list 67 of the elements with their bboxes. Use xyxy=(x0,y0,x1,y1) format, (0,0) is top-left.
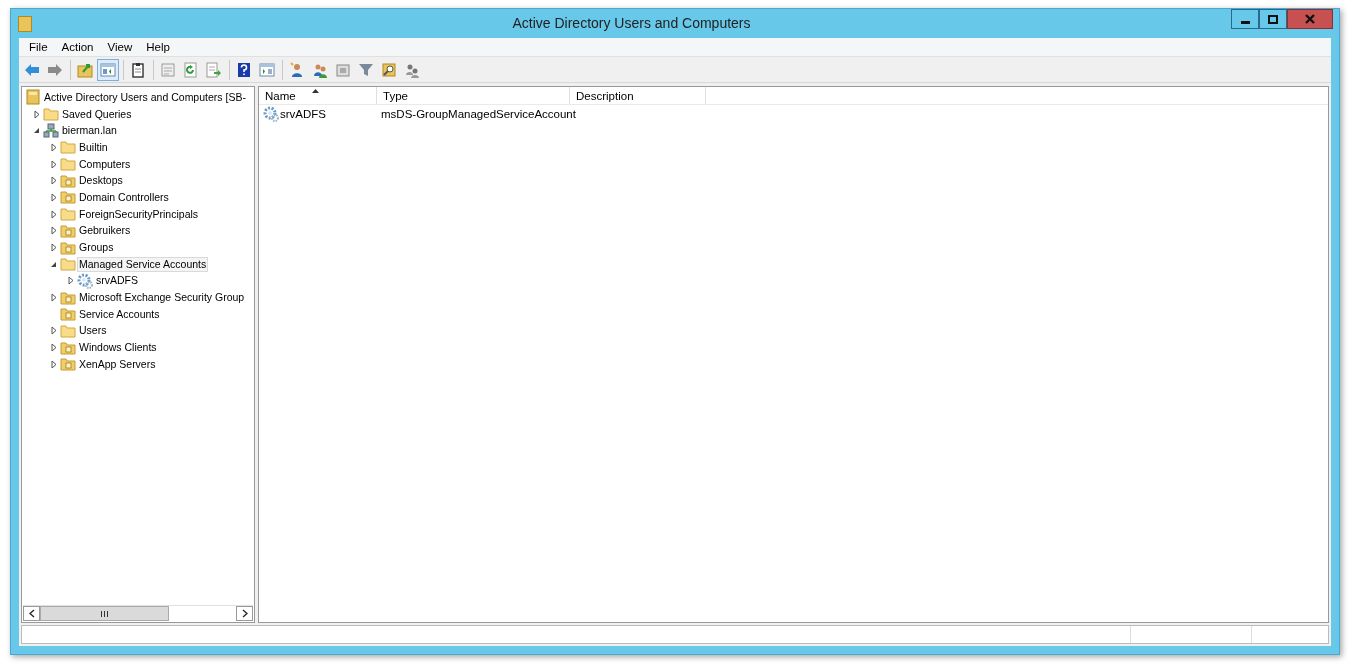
maximize-button[interactable] xyxy=(1259,9,1287,29)
expand-icon[interactable] xyxy=(31,108,42,121)
tree-item[interactable]: bierman.lan xyxy=(60,123,119,139)
scroll-thumb[interactable] xyxy=(40,606,169,621)
tree-item[interactable]: Groups xyxy=(77,240,116,256)
user-icon xyxy=(289,61,305,78)
tree-item[interactable]: Active Directory Users and Computers [SB- xyxy=(42,89,248,105)
tree-item[interactable]: ForeignSecurityPrincipals xyxy=(77,206,201,222)
clipboard-icon xyxy=(130,61,146,78)
refresh-icon xyxy=(183,61,199,78)
expand-icon[interactable] xyxy=(65,274,76,287)
find-icon xyxy=(381,61,397,78)
menu-item[interactable]: File xyxy=(23,41,56,53)
tree-item[interactable]: Desktops xyxy=(77,173,125,189)
tree-item[interactable]: Service Accounts xyxy=(77,306,162,322)
expand-icon[interactable] xyxy=(48,158,59,171)
tree-item[interactable]: srvADFS xyxy=(94,273,140,289)
tree-item[interactable]: Microsoft Exchange Security Group xyxy=(77,290,247,306)
horizontal-scrollbar[interactable] xyxy=(23,605,253,621)
menu-item[interactable]: Help xyxy=(140,41,178,53)
expand-icon[interactable] xyxy=(48,174,59,187)
column-header[interactable]: Type xyxy=(377,87,570,104)
tree-item[interactable]: Users xyxy=(77,323,109,339)
console-tree-button[interactable] xyxy=(97,58,119,81)
gear-icon xyxy=(77,272,93,289)
tree-item[interactable]: Builtin xyxy=(77,139,110,155)
expand-icon[interactable] xyxy=(48,358,59,371)
console-tree-icon xyxy=(100,61,116,78)
tree-item[interactable]: Computers xyxy=(77,156,133,172)
sort-arrow-icon xyxy=(312,89,319,93)
domain-icon xyxy=(43,122,59,139)
tree-item[interactable]: XenApp Servers xyxy=(77,356,158,372)
expand-icon[interactable] xyxy=(48,224,59,237)
console-root-icon xyxy=(25,89,41,106)
tree-item[interactable]: Gebruikers xyxy=(77,223,133,239)
action-pane-icon xyxy=(259,61,275,78)
properties-icon xyxy=(160,61,176,78)
export-list-icon xyxy=(206,61,222,78)
expand-icon[interactable] xyxy=(48,208,59,221)
expand-icon[interactable] xyxy=(48,324,59,337)
window-title: Active Directory Users and Computers xyxy=(511,14,752,31)
column-header[interactable]: Name xyxy=(259,87,377,104)
expand-icon[interactable] xyxy=(48,291,59,304)
menu-item[interactable]: View xyxy=(101,41,141,53)
column-header[interactable]: Description xyxy=(570,87,706,104)
expand-icon[interactable] xyxy=(48,191,59,204)
application-icon xyxy=(18,15,32,32)
help-icon xyxy=(236,61,252,78)
scroll-left-icon[interactable] xyxy=(23,606,40,621)
forward-arrow-icon xyxy=(47,61,63,78)
table-cell: msDS-GroupManagedServiceAccount xyxy=(381,107,576,120)
filter-icon xyxy=(358,61,374,78)
list-item[interactable]: srvADFS xyxy=(280,107,326,120)
close-icon xyxy=(1304,14,1316,24)
tree-item[interactable]: Managed Service Accounts xyxy=(77,256,209,272)
close-button[interactable] xyxy=(1287,9,1333,29)
tree-item[interactable]: Windows Clients xyxy=(77,340,159,356)
minimize-button[interactable] xyxy=(1231,9,1259,29)
menu-item[interactable]: Action xyxy=(55,41,102,53)
gear-icon xyxy=(263,105,279,122)
tree-item[interactable]: Domain Controllers xyxy=(77,189,171,205)
scroll-right-icon[interactable] xyxy=(236,606,253,621)
expand-icon[interactable] xyxy=(48,341,59,354)
tree-item[interactable]: Saved Queries xyxy=(60,106,134,122)
folder-arrow-icon xyxy=(77,61,93,78)
expand-icon[interactable] xyxy=(48,241,59,254)
expand-icon[interactable] xyxy=(48,141,59,154)
